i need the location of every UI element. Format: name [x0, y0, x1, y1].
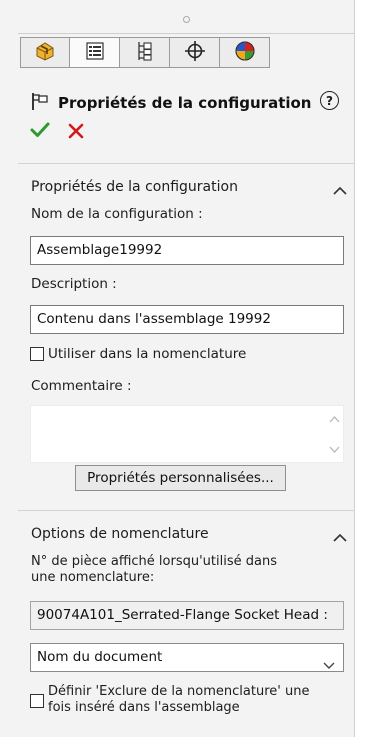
part-number-source-select[interactable]: Nom du document [30, 643, 344, 672]
tab-configurationmanager[interactable] [120, 37, 170, 68]
ok-button[interactable] [30, 121, 50, 143]
appearance-ball-icon [234, 40, 256, 66]
panel-grip-handle[interactable] [183, 16, 190, 23]
exclude-bom-label: Définir 'Exclure de la nomenclature' une… [48, 684, 309, 716]
config-name-label: Nom de la configuration : [31, 206, 203, 222]
part-number-label-line1: N° de pièce affiché lorsqu'utilisé dans [31, 554, 277, 569]
configuration-manager-icon [135, 40, 155, 66]
tab-dimxpertmanager[interactable] [170, 37, 220, 68]
page-title: Propriétés de la configuration [58, 94, 312, 112]
tab-propertymanager[interactable] [70, 37, 120, 68]
exclude-bom-label-line1: Définir 'Exclure de la nomenclature' une [48, 684, 310, 699]
custom-properties-button[interactable]: Propriétés personnalisées... [75, 465, 286, 491]
configuration-icon [30, 91, 50, 115]
top-divider [18, 33, 355, 34]
description-label: Description : [31, 276, 117, 292]
tab-featuremanager[interactable] [20, 37, 70, 68]
close-icon [68, 123, 84, 139]
crosshair-icon [184, 40, 206, 66]
exclude-bom-checkbox-row[interactable]: Définir 'Exclure de la nomenclature' une… [30, 684, 309, 716]
section-divider [18, 510, 355, 511]
help-icon[interactable]: ? [320, 91, 339, 110]
section-divider [18, 163, 355, 164]
chevron-up-icon [333, 533, 347, 542]
part-number-source-value: Nom du document [37, 649, 163, 665]
feature-tree-icon [33, 40, 57, 66]
chevron-up-icon [333, 186, 347, 195]
chevron-down-icon [323, 653, 335, 680]
manager-tab-bar [20, 37, 270, 68]
help-icon-glyph: ? [326, 93, 333, 108]
config-name-field[interactable]: Assemblage19992 [30, 236, 344, 265]
exclude-bom-checkbox[interactable] [30, 694, 44, 708]
checkmark-icon [30, 122, 50, 137]
exclude-bom-label-line2: fois inséré dans l'assemblage [48, 700, 240, 715]
cancel-button[interactable] [68, 123, 84, 143]
viewport-edge [355, 0, 370, 737]
use-in-bom-label: Utiliser dans la nomenclature [48, 346, 247, 362]
part-number-field[interactable]: 90074A101_Serrated-Flange Socket Head : [30, 601, 344, 630]
description-field[interactable]: Contenu dans l'assemblage 19992 [30, 305, 344, 334]
property-manager-panel: Propriétés de la configuration ? Proprié… [0, 0, 355, 737]
comment-scrollbar[interactable] [326, 406, 343, 462]
panel-header: Propriétés de la configuration [30, 91, 311, 115]
section-title-bom-options: Options de nomenclature [31, 526, 209, 542]
collapse-section-button[interactable] [333, 181, 347, 195]
use-in-bom-checkbox[interactable] [30, 347, 44, 361]
comment-textarea[interactable] [30, 405, 344, 463]
comment-label: Commentaire : [31, 378, 132, 394]
property-manager-icon [85, 41, 105, 65]
collapse-section-button[interactable] [333, 528, 347, 542]
part-number-label-line2: une nomenclature: [31, 570, 155, 585]
section-title-config-properties: Propriétés de la configuration [31, 179, 238, 195]
use-in-bom-checkbox-row[interactable]: Utiliser dans la nomenclature [30, 346, 246, 362]
tab-displaymanager[interactable] [220, 37, 270, 68]
